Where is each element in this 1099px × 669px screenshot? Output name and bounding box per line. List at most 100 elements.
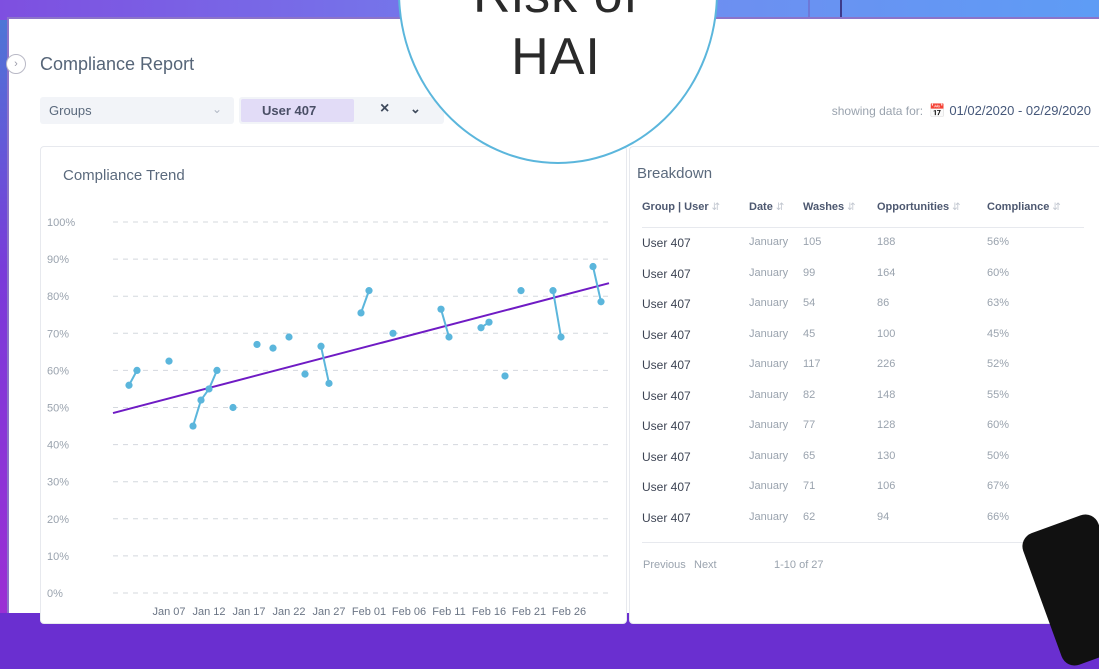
table-cell: 55% <box>987 388 1010 401</box>
table-cell: 130 <box>877 449 896 462</box>
y-tick-label: 60% <box>47 365 69 377</box>
table-cell: January <box>749 388 789 401</box>
table-cell: 82 <box>803 388 816 401</box>
table-cell: 106 <box>877 480 896 492</box>
table-row: User 407 January 77 128 60% <box>642 410 1084 441</box>
table-cell: 62 <box>803 510 816 523</box>
table-cell: 45% <box>987 327 1010 340</box>
x-tick-label: Feb 01 <box>352 606 386 618</box>
column-header-compliance[interactable]: Compliance ⇵ <box>987 201 1061 213</box>
x-tick-label: Jan 12 <box>192 606 225 618</box>
x-tick-label: Feb 11 <box>432 606 465 618</box>
table-cell: User 407 <box>642 297 691 311</box>
sort-icon: ⇵ <box>775 202 785 213</box>
data-point <box>549 287 557 295</box>
previous-page-link[interactable]: Previous <box>643 559 686 571</box>
table-cell: 50% <box>987 449 1010 462</box>
table-row: User 407 January 105 188 56% <box>642 227 1084 258</box>
column-header-washes[interactable]: Washes ⇵ <box>803 201 856 213</box>
data-point <box>197 396 205 404</box>
column-header-group-user[interactable]: Group | User ⇵ <box>642 201 720 213</box>
data-point <box>557 333 565 341</box>
table-row: User 407 January 65 130 50% <box>642 441 1084 472</box>
column-header-opportunities[interactable]: Opportunities ⇵ <box>877 201 961 213</box>
table-cell: 105 <box>803 236 822 248</box>
y-tick-label: 40% <box>47 440 69 452</box>
table-cell: 67% <box>987 480 1010 492</box>
table-cell: 128 <box>877 419 896 431</box>
table-cell: User 407 <box>642 236 691 250</box>
sort-icon: ⇵ <box>711 202 721 213</box>
next-page-link[interactable]: Next <box>694 559 717 571</box>
compliance-trend-chart: 0% 10% 20% 30% 40% 50% 60% 70% 80% 90% 100% Jan 07 J… <box>47 217 610 618</box>
x-tick-label: Jan 07 <box>152 606 185 618</box>
date-range[interactable]: showing data for: 📅 01/02/2020 - 02/29/202… <box>832 103 1091 119</box>
calendar-icon: 📅 <box>929 103 946 118</box>
page-title: Compliance Report <box>40 54 195 74</box>
data-point <box>389 329 397 337</box>
showing-data-label: showing data for: <box>831 104 924 118</box>
sidebar-collapse-chevron-icon[interactable]: › <box>6 54 26 74</box>
table-cell: 94 <box>877 510 890 523</box>
data-point <box>365 287 373 295</box>
pagination-range: 1-10 of 27 <box>774 559 824 571</box>
table-bottom-divider <box>642 542 1084 543</box>
table-header-row: Group | User ⇵ Date ⇵ Washes ⇵ Opportunitie… <box>642 197 1084 228</box>
column-header-date[interactable]: Date ⇵ <box>749 201 784 213</box>
data-point <box>285 333 293 341</box>
table-cell: January <box>749 236 789 248</box>
table-cell: User 407 <box>642 266 691 281</box>
data-point <box>317 342 325 350</box>
table-cell: 148 <box>877 388 896 401</box>
table-cell: 117 <box>803 358 821 370</box>
overlay-line-1: Risk of <box>398 0 714 26</box>
table-cell: 226 <box>877 358 896 370</box>
x-tick-label: Jan 22 <box>272 606 305 618</box>
data-point <box>589 262 597 271</box>
chevron-down-icon[interactable]: ⌄ <box>410 101 421 117</box>
x-tick-label: Feb 26 <box>552 606 586 618</box>
table-row: User 407 January 117 226 52% <box>642 349 1084 380</box>
table-cell: 164 <box>877 266 896 279</box>
user-select[interactable]: User 407 × ⌄ <box>239 97 444 124</box>
table-cell: 54 <box>803 297 816 309</box>
groups-dropdown[interactable]: Groups ⌄ <box>40 97 234 124</box>
data-point <box>133 366 141 374</box>
y-tick-label: 90% <box>47 254 69 266</box>
clear-selection-close-icon[interactable]: × <box>380 100 389 118</box>
data-point <box>445 333 453 341</box>
user-tag[interactable]: User 407 <box>241 99 354 122</box>
table-row: User 407 January 62 94 66% <box>642 502 1084 533</box>
table-cell: 52% <box>987 358 1010 370</box>
data-point <box>213 366 221 374</box>
table-cell: January <box>749 449 789 462</box>
sort-icon: ⇵ <box>1052 202 1061 213</box>
data-link <box>192 399 202 427</box>
table-cell: 56% <box>987 236 1010 248</box>
table-cell: January <box>749 358 789 370</box>
table-cell: User 407 <box>642 327 691 342</box>
y-tick-label: 0% <box>47 588 63 600</box>
sort-icon: ⇵ <box>847 202 856 213</box>
y-tick-label: 10% <box>47 551 69 563</box>
table-cell: 65 <box>803 449 816 462</box>
table-cell: User 407 <box>642 449 691 464</box>
overlay-line-2: HAI <box>511 28 601 86</box>
chevron-down-icon: ⌄ <box>211 102 222 116</box>
table-cell: January <box>749 327 789 340</box>
y-tick-label: 80% <box>47 291 69 303</box>
data-point <box>125 381 133 389</box>
table-cell: January <box>749 266 789 279</box>
x-tick-label: Feb 21 <box>512 606 546 618</box>
table-cell: User 407 <box>642 358 691 372</box>
data-point <box>189 422 197 430</box>
data-point <box>597 298 605 306</box>
data-link <box>320 346 330 384</box>
x-tick-label: Feb 16 <box>472 606 506 618</box>
data-point <box>301 370 309 378</box>
table-cell: 45 <box>803 327 816 340</box>
y-tick-label: 100% <box>47 217 75 229</box>
y-tick-label: 50% <box>47 403 69 415</box>
table-cell: January <box>749 419 789 431</box>
data-point <box>477 324 485 332</box>
